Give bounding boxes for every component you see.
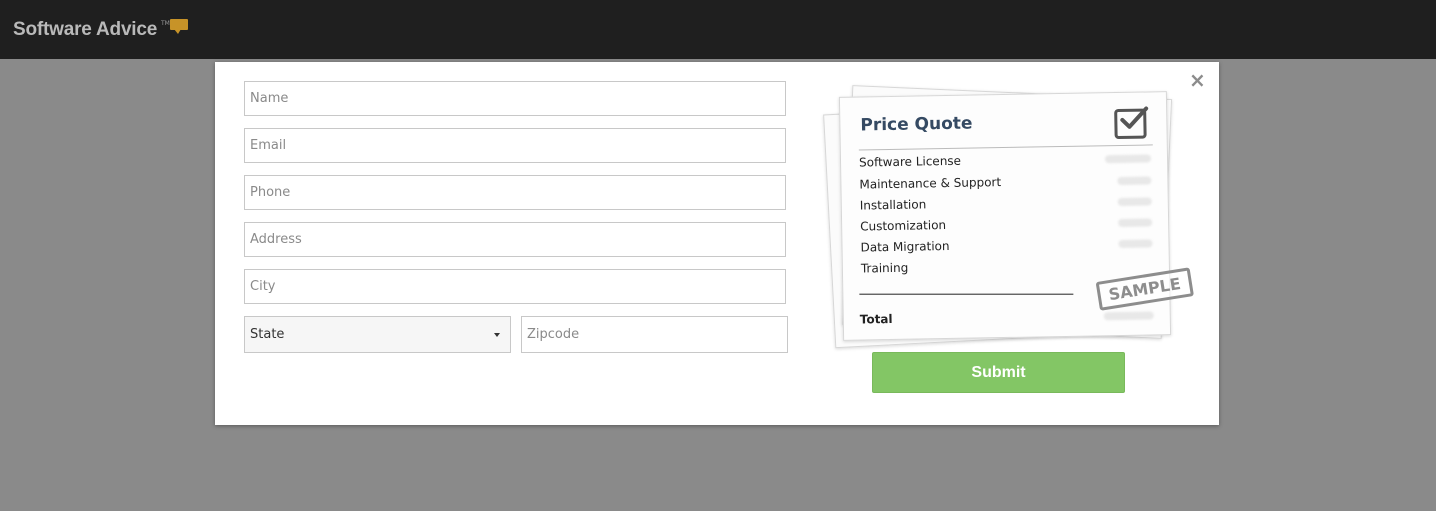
zipcode-field[interactable]: [521, 316, 788, 353]
top-navigation-bar: Software Advice TM: [0, 0, 1436, 59]
speech-bubble-logo-icon: [170, 19, 188, 34]
blurred-amount: [1104, 154, 1152, 164]
sample-stamp: SAMPLE: [1095, 267, 1194, 311]
quote-divider: [858, 144, 1153, 151]
blurred-amount: [1103, 311, 1154, 321]
close-icon[interactable]: ×: [1189, 70, 1206, 90]
state-select-value: State: [250, 327, 285, 342]
blurred-amount: [1117, 197, 1152, 207]
blurred-amount: [1117, 176, 1152, 186]
quote-total-label: Total: [859, 311, 893, 327]
city-field[interactable]: [244, 269, 786, 304]
quote-line-item: Installation: [859, 197, 927, 213]
blurred-amount: [1118, 239, 1153, 249]
quote-sheet-front: Price Quote Software License Maintenance…: [838, 91, 1194, 341]
total-rule: [859, 293, 1074, 295]
state-select[interactable]: State: [244, 316, 511, 353]
quote-line-item: Customization: [860, 218, 947, 234]
address-field[interactable]: [244, 222, 786, 257]
price-quote-illustration: Price Quote Software License Maintenance…: [815, 84, 1194, 349]
quote-title: Price Quote: [860, 113, 973, 136]
chevron-down-icon: [494, 333, 500, 337]
software-advice-logo[interactable]: Software Advice: [13, 19, 157, 41]
phone-field[interactable]: [244, 175, 786, 210]
quote-line-item: Maintenance & Support: [859, 175, 1002, 192]
quote-line-item: Data Migration: [860, 238, 950, 255]
name-field[interactable]: [244, 81, 786, 116]
quote-line-item: Software License: [858, 153, 962, 170]
blurred-amount: [1118, 218, 1153, 228]
quote-line-item: Training: [860, 260, 909, 276]
submit-button[interactable]: Submit: [872, 352, 1125, 393]
trademark-mark: TM: [161, 20, 170, 27]
email-field[interactable]: [244, 128, 786, 163]
checkbox-check-icon: [1114, 106, 1149, 140]
price-quote-modal: × State Price Quote Software License Mai…: [215, 62, 1219, 425]
